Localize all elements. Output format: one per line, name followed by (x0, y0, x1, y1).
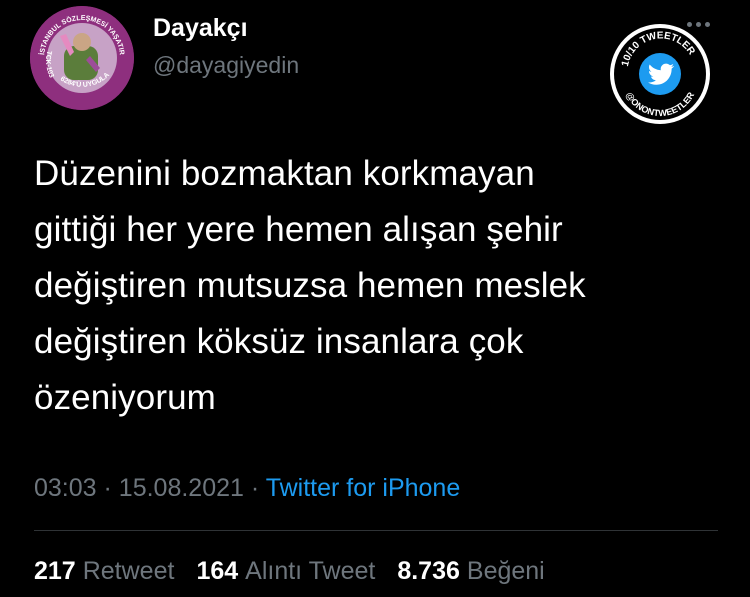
display-name[interactable]: Dayakçı (153, 14, 248, 43)
retweets-count: 217 (34, 557, 76, 585)
tweet-text: Düzenini bozmaktan korkmayan gittiği her… (34, 154, 586, 417)
tweet-time[interactable]: 03:03 (34, 474, 97, 502)
quotes-label: Alıntı Tweet (245, 557, 376, 585)
user-handle[interactable]: @dayagiyedin (153, 52, 299, 79)
quotes-stat[interactable]: 164 Alıntı Tweet (196, 557, 375, 586)
tweet-meta: 03:03 · 15.08.2021 · Twitter for iPhone (34, 474, 460, 503)
onon-tweetler-badge: 10/10 TWEETLER @ONONTWEETLER (608, 22, 712, 126)
separator: · (250, 474, 260, 502)
avatar[interactable]: İSTANBUL SÖZLEŞMESİ YAŞATIR TCK-103 6284… (30, 6, 134, 110)
separator: · (103, 474, 112, 502)
retweets-stat[interactable]: 217 Retweet (34, 557, 174, 586)
divider (34, 530, 718, 531)
tweet-stats: 217 Retweet 164 Alıntı Tweet 8.736 Beğeni (34, 557, 545, 586)
likes-label: Beğeni (466, 557, 545, 585)
tweet-date[interactable]: 15.08.2021 (119, 474, 244, 502)
quotes-count: 164 (196, 557, 239, 585)
tweet-source-link[interactable]: Twitter for iPhone (266, 474, 461, 502)
likes-count: 8.736 (397, 557, 460, 585)
retweets-label: Retweet (82, 557, 175, 585)
likes-stat[interactable]: 8.736 Beğeni (397, 557, 544, 586)
